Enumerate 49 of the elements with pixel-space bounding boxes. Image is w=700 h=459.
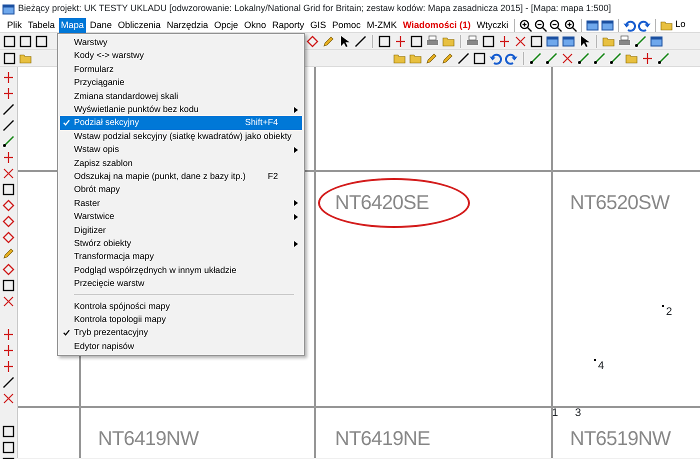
point-label: 4 xyxy=(598,361,604,372)
menu-entry[interactable]: Zmiana standardowej skali xyxy=(60,90,302,103)
menu-entry[interactable]: Obrót mapy xyxy=(60,183,302,197)
menu-entry[interactable]: Raster xyxy=(60,196,302,210)
menu-item[interactable]: Narzędzia xyxy=(164,18,210,32)
menu-entry[interactable]: Wstaw opis xyxy=(60,143,302,157)
menu-item[interactable]: Wtyczki xyxy=(474,18,510,32)
menu-entry[interactable]: Edytor napisów xyxy=(60,340,302,353)
menu-entry[interactable]: Kontrola topologii mapy xyxy=(60,312,302,326)
sheet-label: NT6420SE xyxy=(335,193,429,213)
point-label: 3 xyxy=(575,408,582,419)
menu-item[interactable]: Opcje xyxy=(212,18,240,32)
shortcut-label: F2 xyxy=(268,170,278,183)
shortcut-label: Shift+F4 xyxy=(244,116,278,130)
menu-item[interactable]: Okno xyxy=(242,18,268,32)
menu-entry[interactable]: Podgląd współrzędnych w innym układzie xyxy=(60,264,302,278)
menu-entry[interactable]: Przecięcie warstw xyxy=(60,277,302,290)
point-label: 2 xyxy=(666,307,672,318)
menu-item[interactable]: Pomoc xyxy=(330,18,363,32)
menu-item[interactable]: Raporty xyxy=(270,18,306,32)
menu-entry[interactable]: Kontrola spójności mapy xyxy=(60,299,302,313)
menu-item[interactable]: Mapa xyxy=(58,18,86,32)
menu-item[interactable]: Wiadomości (1) xyxy=(400,18,473,32)
menu-entry[interactable]: Kody <-> warstwy xyxy=(60,49,302,63)
menu-entry[interactable]: Przyciąganie xyxy=(60,76,302,90)
sheet-label: NT6419NW xyxy=(98,429,198,449)
menu-item[interactable]: Obliczenia xyxy=(116,18,163,32)
menu-entry[interactable]: Zapisz szablon xyxy=(60,156,302,170)
menu-item[interactable]: GIS xyxy=(308,18,328,32)
menu-item[interactable]: Plik xyxy=(5,18,24,32)
sheet-label: NT6520SW xyxy=(570,193,670,213)
menu-entry[interactable]: Digitizer xyxy=(60,223,302,237)
menu-entry[interactable]: Stwórz obiekty xyxy=(60,236,302,250)
menu-entry[interactable]: Tryb prezentacyjny xyxy=(60,326,302,340)
sheet-label: NT6519NW xyxy=(570,429,670,449)
menu-entry[interactable]: Formularz xyxy=(60,62,302,76)
sheet-label: NT6419NE xyxy=(335,429,430,449)
menu-entry[interactable]: Wstaw podzial sekcyjny (siatkę kwadratów) jako obiekty xyxy=(60,130,302,144)
menu-item[interactable]: M-ZMK xyxy=(364,18,399,32)
menu-entry[interactable]: Warstwice xyxy=(60,210,302,224)
menu-entry[interactable]: Transformacja mapy xyxy=(60,250,302,264)
menu-entry[interactable]: Warstwy xyxy=(60,36,302,50)
toolbar-button[interactable]: Lo xyxy=(675,18,686,32)
window-title: Bieżący projekt: UK TESTY UKLADU [odwzorowanie: Lokalny/National Grid for Britain; zestaw kodów: Mapa zasadnicza 2015] - [Mapa: mapa 1:500] xyxy=(18,2,611,16)
menu-item[interactable]: Tabela xyxy=(26,18,57,32)
menu-entry[interactable]: Odszukaj na mapie (punkt, dane z bazy itp.) F2 xyxy=(60,170,302,184)
menu-item[interactable]: Dane xyxy=(88,18,114,32)
menu-entry[interactable]: Podział sekcyjny Shift+F4 xyxy=(60,116,302,130)
point-label: 1 xyxy=(552,408,558,419)
